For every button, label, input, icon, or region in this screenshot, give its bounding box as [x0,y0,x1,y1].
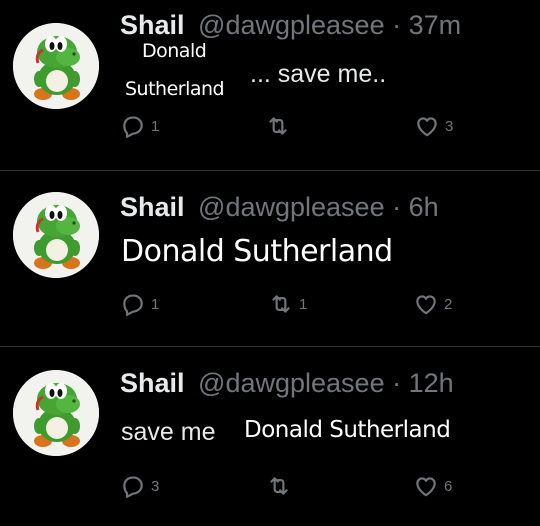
tweet-header: Shail @dawgpleasee · 12h [120,368,454,399]
reply-count: 1 [151,295,160,313]
yoshi-avatar[interactable] [13,23,99,109]
author-handle[interactable]: @dawgpleasee [198,368,385,398]
overlay-text-line1: Donald [142,40,207,62]
separator-dot: · [392,368,402,398]
tweet-3[interactable]: Shail @dawgpleasee · 12h save me Donald … [0,347,540,526]
reply-icon [120,291,146,317]
like-count: 3 [445,117,454,135]
retweet-button[interactable] [266,473,297,499]
reply-count: 3 [151,477,160,495]
retweet-count: 1 [299,295,308,313]
author-handle[interactable]: @dawgpleasee [198,192,385,222]
heart-icon [414,113,440,139]
yoshi-avatar[interactable] [13,192,99,278]
heart-icon [413,291,439,317]
timestamp[interactable]: 6h [409,192,439,222]
tweet-header: Shail @dawgpleasee · 6h [120,192,439,223]
reply-icon [120,113,146,139]
separator-dot: · [392,10,402,40]
retweet-icon [266,473,292,499]
overlay-text: Donald Sutherland [244,417,451,443]
retweet-button[interactable] [265,113,296,139]
author-name[interactable]: Shail [120,192,185,222]
like-count: 2 [444,295,453,313]
like-button[interactable]: 6 [413,473,452,499]
tweet-1[interactable]: Shail @dawgpleasee · 37m Donald Sutherla… [0,0,540,170]
timestamp[interactable]: 12h [409,368,454,398]
like-button[interactable]: 2 [413,291,452,317]
heart-icon [413,473,439,499]
retweet-icon [268,291,294,317]
retweet-button[interactable]: 1 [268,291,307,317]
tweet-text: save me [121,418,216,446]
author-name[interactable]: Shail [120,368,185,398]
separator-dot: · [392,192,402,222]
retweet-icon [265,113,291,139]
overlay-text: Donald Sutherland [121,234,393,269]
reply-button[interactable]: 1 [120,113,159,139]
tweet-text: ... save me.. [250,60,387,88]
tweet-2[interactable]: Shail @dawgpleasee · 6h Donald Sutherlan… [0,171,540,346]
reply-button[interactable]: 3 [120,473,159,499]
reply-count: 1 [151,117,160,135]
author-handle[interactable]: @dawgpleasee [198,10,385,40]
overlay-text-line2: Sutherland [125,78,225,100]
tweet-header: Shail @dawgpleasee · 37m [120,10,461,41]
like-count: 6 [444,477,453,495]
reply-button[interactable]: 1 [120,291,159,317]
reply-icon [120,473,146,499]
timestamp[interactable]: 37m [409,10,462,40]
author-name[interactable]: Shail [120,10,185,40]
like-button[interactable]: 3 [414,113,453,139]
yoshi-avatar[interactable] [13,370,99,456]
